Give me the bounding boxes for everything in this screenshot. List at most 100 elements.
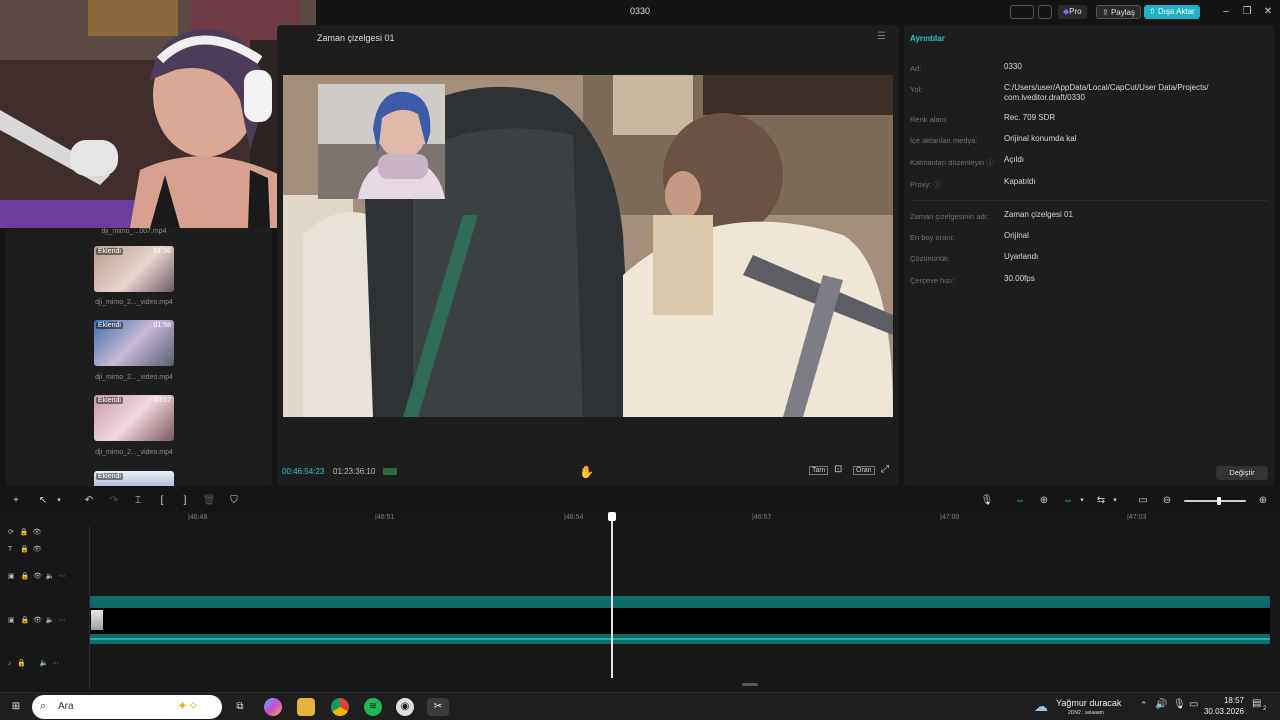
change-button[interactable]: Değiştir: [1216, 466, 1268, 480]
ratio-button[interactable]: Oran: [853, 466, 875, 475]
speaker-icon[interactable]: 🔈: [46, 573, 55, 580]
full-quality-button[interactable]: Tam: [809, 466, 829, 475]
share-button[interactable]: ⇪ Paylaş: [1096, 5, 1141, 19]
layout-button[interactable]: [1010, 5, 1034, 19]
effect-track-controls: ⟳ 🔒 👁: [8, 528, 41, 536]
mic-tray-icon[interactable]: 🎙: [1173, 699, 1186, 710]
notification-icon[interactable]: ▤ 2: [1252, 698, 1270, 714]
undo-icon[interactable]: ↶: [82, 494, 96, 508]
media-clip-thumbnail[interactable]: Eklendi 00:57: [94, 395, 174, 441]
preview-axis-icon[interactable]: ⇆: [1094, 494, 1108, 508]
trim-right-icon[interactable]: ]: [178, 494, 192, 508]
obs-icon[interactable]: ◉: [396, 698, 414, 716]
lock-icon[interactable]: 🔒: [20, 546, 29, 553]
pip-image: [318, 84, 445, 199]
details-panel: Ayrıntılar Ad: 0330 Yol: C:/Users/user/A…: [904, 25, 1274, 486]
minimize-button[interactable]: –: [1218, 4, 1234, 20]
lock-icon[interactable]: 🔒: [20, 617, 29, 624]
weather-subtitle: 2DN2 : selaaam: [1068, 710, 1104, 716]
ruler-label: |47:00: [940, 514, 960, 521]
subtitle-icon[interactable]: ▭: [1136, 494, 1150, 508]
spotify-icon[interactable]: ≋: [364, 698, 382, 716]
select-tool-icon[interactable]: ↖: [36, 494, 50, 508]
eye-icon[interactable]: 👁: [32, 529, 41, 536]
clip-duration: 00:57: [153, 397, 171, 404]
marker-icon[interactable]: ⛉: [227, 494, 241, 508]
eye-icon[interactable]: 👁: [33, 573, 42, 580]
task-view-icon[interactable]: ⧉: [231, 698, 249, 716]
shortcut-button[interactable]: [1038, 5, 1052, 19]
waveform-line: [90, 638, 1270, 640]
clock[interactable]: 18:57 30.03.2026: [1200, 696, 1244, 716]
chevron-down-icon[interactable]: ▾: [52, 494, 66, 508]
more-icon[interactable]: ⋯: [52, 660, 59, 667]
fullscreen-icon[interactable]: ⤢: [881, 464, 889, 475]
delete-icon[interactable]: 🗑: [202, 494, 216, 508]
taskbar-search[interactable]: ⌕ Ara ✦✧: [32, 695, 222, 719]
split-icon[interactable]: ⌶: [131, 494, 145, 508]
media-clip-thumbnail[interactable]: Eklendi: [94, 471, 174, 486]
network-icon[interactable]: ▭: [1189, 699, 1198, 710]
chevron-up-icon[interactable]: ⌃: [1140, 700, 1148, 711]
detail-label: Çözünürlük:: [910, 254, 951, 263]
eye-icon[interactable]: 👁: [33, 546, 42, 553]
trim-left-icon[interactable]: [: [155, 494, 169, 508]
media-clip-name: dji_mimo_2..._video.mp4: [95, 449, 173, 456]
lock-icon[interactable]: 🔒: [17, 660, 26, 667]
more-icon[interactable]: ⋯: [58, 573, 65, 580]
main-video-clip[interactable]: [90, 608, 1270, 634]
zoom-in-icon[interactable]: ⊕: [1256, 494, 1270, 508]
add-icon[interactable]: +: [9, 494, 23, 508]
detail-value: C:/Users/user/AppData/Local/CapCut/User …: [1004, 83, 1209, 102]
speaker-icon[interactable]: 🔈: [46, 617, 55, 624]
media-clip-thumbnail[interactable]: Eklendi 01:36: [94, 246, 174, 292]
more-icon[interactable]: ⋯: [58, 617, 65, 624]
magnet-icon[interactable]: ⊕: [1037, 494, 1051, 508]
ruler-label: |46:57: [752, 514, 772, 521]
playhead[interactable]: [608, 512, 616, 678]
windows-start-icon[interactable]: ⊞: [7, 698, 25, 716]
detail-label: Renk alanı:: [910, 115, 948, 124]
weather-title: Yağmur duracak: [1056, 698, 1122, 708]
lock-icon[interactable]: 🔒: [20, 529, 29, 536]
webcam-image: [0, 0, 316, 228]
snap-icon[interactable]: ⇔: [1061, 494, 1075, 508]
export-icon: ⇧: [1149, 7, 1158, 16]
chevron-down-icon[interactable]: ▾: [1108, 494, 1122, 508]
zoom-slider-handle[interactable]: [1217, 497, 1221, 505]
taskbar: ⊞ ⌕ Ara ✦✧ ⧉ ≋ ◉ ✂ ☁ Yağmur duracak 2DN2…: [0, 692, 1280, 720]
audio-waveform[interactable]: [90, 634, 1270, 644]
timeline-scrollbar[interactable]: [742, 683, 758, 686]
microphone-icon[interactable]: 🎙: [980, 494, 994, 508]
file-explorer-icon[interactable]: [297, 698, 315, 716]
detail-label: Ad:: [910, 64, 922, 73]
media-clip-thumbnail[interactable]: Eklendi 01:58: [94, 320, 174, 366]
chrome-icon[interactable]: [331, 698, 349, 716]
media-clip-name: dji_mimo_...007.mp4: [101, 228, 167, 235]
capcut-icon[interactable]: ✂: [427, 698, 449, 716]
copilot-icon[interactable]: [264, 698, 282, 716]
export-button[interactable]: ⇧ Dışa Aktar: [1144, 5, 1200, 19]
volume-icon[interactable]: 🔊: [1155, 699, 1167, 710]
weather-widget[interactable]: ☁ Yağmur duracak 2DN2 : selaaam: [1034, 696, 1130, 718]
eye-icon[interactable]: 👁: [33, 617, 42, 624]
chevron-down-icon[interactable]: ▾: [1075, 494, 1089, 508]
zoom-out-icon[interactable]: ⊖: [1160, 494, 1174, 508]
notification-count: 2: [1263, 706, 1267, 712]
zoom-slider[interactable]: [1184, 497, 1246, 505]
speaker-icon[interactable]: 🔈: [40, 660, 49, 667]
pip-overlay[interactable]: [318, 84, 445, 199]
link-icon[interactable]: ⇔: [1013, 494, 1027, 508]
lock-icon[interactable]: 🔒: [20, 573, 29, 580]
pro-button[interactable]: ◆Pro: [1058, 5, 1087, 19]
snapshot-icon[interactable]: ⊡: [834, 464, 842, 475]
timeline-ruler[interactable]: |46:48 |46:51 |46:54 |46:57 |47:00 |47:0…: [90, 512, 1280, 524]
restore-button[interactable]: ❐: [1239, 4, 1255, 20]
playhead-handle[interactable]: [608, 512, 616, 521]
media-clip-name: dji_mimo_2..._video.mp4: [95, 299, 173, 306]
timeline-mini-icon[interactable]: [383, 468, 397, 475]
redo-icon[interactable]: ↷: [107, 494, 121, 508]
menu-icon[interactable]: ☰: [877, 31, 886, 42]
video-clip[interactable]: [90, 596, 1270, 608]
close-button[interactable]: ✕: [1260, 4, 1276, 20]
